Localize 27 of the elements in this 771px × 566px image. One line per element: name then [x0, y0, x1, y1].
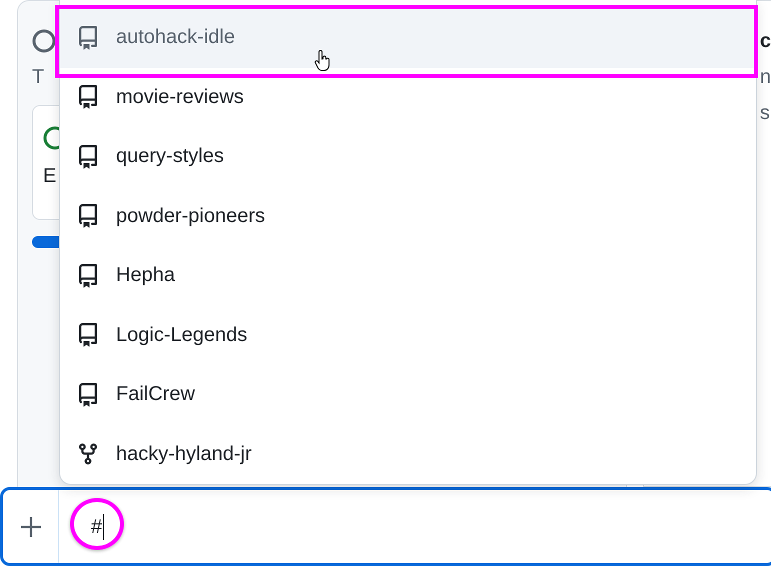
panel-text: T [32, 65, 46, 89]
panel-text: n [760, 65, 771, 89]
repo-icon [76, 204, 100, 228]
input-value: # [91, 514, 104, 540]
suggestion-item[interactable]: movie-reviews [60, 68, 756, 127]
highlight-circle [70, 498, 124, 550]
circle-icon [32, 29, 56, 53]
panel-text: s [760, 101, 771, 125]
fork-icon [76, 442, 100, 466]
suggestion-item[interactable]: Logic-Legends [60, 306, 756, 365]
repo-icon [76, 382, 100, 407]
repo-icon [76, 144, 100, 169]
hand-cursor-icon [314, 50, 332, 72]
repo-icon [76, 323, 100, 348]
panel-text: c [760, 29, 771, 53]
suggestion-item[interactable]: autohack-idle [60, 8, 756, 68]
suggestion-item[interactable]: powder-pioneers [60, 186, 756, 246]
repo-icon [76, 85, 100, 110]
repo-icon [76, 264, 100, 288]
repo-icon [76, 26, 100, 50]
suggestion-item[interactable]: hacky-hyland-jr [60, 424, 756, 484]
suggestion-item[interactable]: query-styles [60, 127, 756, 186]
suggestion-item[interactable]: Hepha [60, 246, 756, 306]
message-input[interactable]: # [59, 490, 771, 563]
suggestion-item[interactable]: FailCrew [60, 365, 756, 424]
plus-icon [20, 516, 42, 538]
card-text: E [43, 164, 58, 188]
